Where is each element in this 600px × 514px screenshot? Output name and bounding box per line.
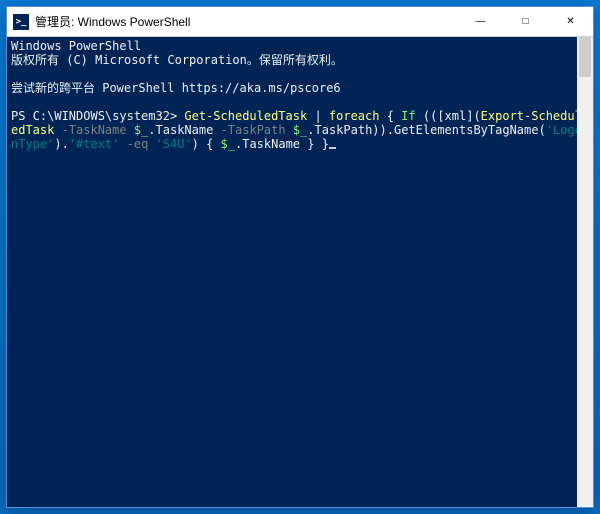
- str-text: '#text': [69, 137, 120, 151]
- window-controls: — □ ✕: [458, 7, 593, 36]
- var-pipe-2: $_: [293, 123, 307, 137]
- str-s4u: 'S4U': [156, 137, 192, 151]
- var-pipe-3: $_: [221, 137, 235, 151]
- cursor: [329, 147, 336, 149]
- header-line-2: 版权所有 (C) Microsoft Corporation。保留所有权利。: [11, 53, 343, 67]
- scrollbar[interactable]: [577, 37, 593, 507]
- cmd-foreach: foreach: [329, 109, 380, 123]
- tip-text: 尝试新的跨平台 PowerShell: [11, 81, 182, 95]
- powershell-icon: >_: [13, 14, 29, 30]
- param-taskname: -TaskName: [54, 123, 133, 137]
- cmd-if: If: [401, 109, 415, 123]
- op-eq: -eq: [119, 137, 155, 151]
- scroll-thumb[interactable]: [579, 37, 591, 77]
- tip-url: https://aka.ms/pscore6: [182, 81, 341, 95]
- var-pipe-1: $_: [134, 123, 148, 137]
- cmd-get-scheduledtask: Get-ScheduledTask: [184, 109, 307, 123]
- powershell-window: >_ 管理员: Windows PowerShell — □ ✕ Windows…: [6, 6, 594, 508]
- header-line-1: Windows PowerShell: [11, 39, 141, 53]
- window-title: 管理员: Windows PowerShell: [35, 13, 458, 30]
- maximize-button[interactable]: □: [503, 7, 548, 36]
- close-button[interactable]: ✕: [548, 7, 593, 36]
- terminal-area[interactable]: Windows PowerShell 版权所有 (C) Microsoft Co…: [7, 37, 593, 507]
- minimize-button[interactable]: —: [458, 7, 503, 36]
- param-taskpath: -TaskPath: [213, 123, 292, 137]
- prompt: PS C:\WINDOWS\system32>: [11, 109, 184, 123]
- titlebar[interactable]: >_ 管理员: Windows PowerShell — □ ✕: [7, 7, 593, 37]
